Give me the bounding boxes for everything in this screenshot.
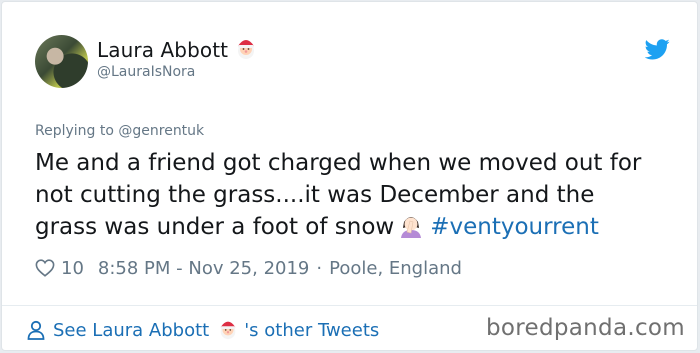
author-avatar[interactable]: [35, 35, 88, 88]
tweet-text-line-1: Me and a friend got charged when we move…: [35, 150, 642, 176]
tweet-timestamp[interactable]: 8:58 PM - Nov 25, 2019: [98, 258, 309, 279]
user-outline-icon: [27, 320, 45, 340]
replying-to[interactable]: Replying to @genrentuk: [35, 123, 204, 139]
facepalm-woman-emoji-icon: [398, 212, 424, 247]
tweet-card: Laura Abbott @LauraIsNora Replying to @g…: [1, 1, 698, 351]
footer-divider: [2, 305, 697, 306]
tweet-text-line-3: grass was under a foot of snow: [35, 214, 395, 240]
see-other-tweets-suffix[interactable]: 's other Tweets: [244, 320, 379, 341]
hashtag-link[interactable]: #ventyourrent: [430, 214, 599, 240]
santa-emoji-icon: [234, 38, 258, 62]
see-other-tweets-prefix[interactable]: See Laura Abbott: [53, 320, 209, 341]
tweet-meta: 10 8:58 PM - Nov 25, 2019 · Poole, Engla…: [35, 256, 462, 280]
author-name[interactable]: Laura Abbott: [97, 38, 228, 62]
meta-separator: ·: [316, 257, 323, 279]
boredpanda-watermark: boredpanda.com: [486, 315, 685, 341]
santa-emoji-icon: [217, 318, 239, 342]
see-other-tweets-link[interactable]: See Laura Abbott 's other Tweets: [27, 318, 379, 342]
heart-outline-icon[interactable]: [35, 259, 55, 277]
author-handle[interactable]: @LauraIsNora: [97, 64, 195, 80]
author-name-row[interactable]: Laura Abbott: [97, 36, 258, 62]
twitter-bird-icon[interactable]: [644, 39, 670, 60]
tweet-text: Me and a friend got charged when we move…: [35, 147, 675, 247]
tweet-location[interactable]: Poole, England: [329, 258, 462, 279]
like-count[interactable]: 10: [61, 258, 84, 279]
tweet-text-line-2: not cutting the grass....it was December…: [35, 182, 595, 208]
